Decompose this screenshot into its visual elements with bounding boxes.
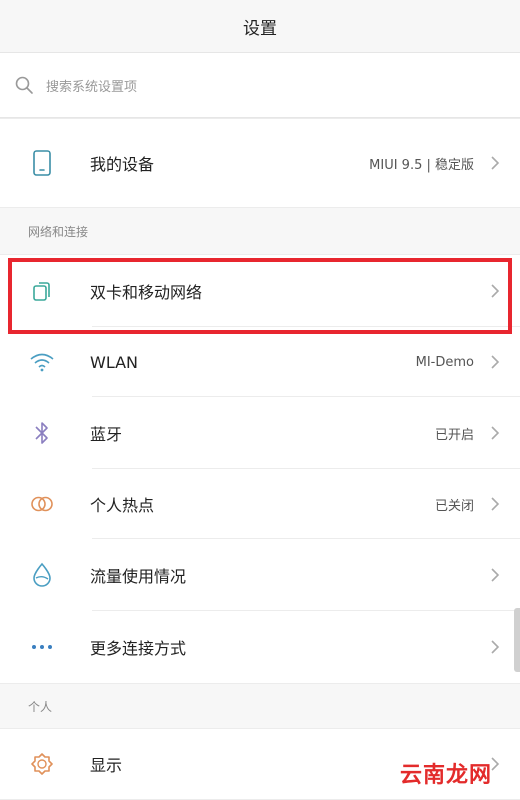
my-device-value: MIUI 9.5 | 稳定版: [369, 157, 474, 173]
network-group: 双卡和移动网络 WLAN MI-Demo 蓝牙 已开启 个人热点 已关闭 流量使…: [0, 254, 520, 684]
more-connections-row[interactable]: 更多连接方式: [0, 611, 520, 683]
data-usage-icon: [28, 561, 56, 589]
bluetooth-row[interactable]: 蓝牙 已开启: [0, 397, 520, 469]
page-header: 设置: [0, 0, 520, 52]
wlan-row[interactable]: WLAN MI-Demo: [0, 327, 520, 397]
data-usage-label: 流量使用情况: [90, 567, 187, 586]
watermark-logo: 云南龙网: [399, 763, 492, 788]
hotspot-value: 已关闭: [434, 498, 474, 514]
phone-icon: [28, 149, 56, 177]
bluetooth-label: 蓝牙: [90, 425, 123, 444]
section-title-network: 网络和连接: [0, 208, 520, 254]
search-bar[interactable]: 搜索系统设置项: [0, 52, 520, 118]
page-title: 设置: [243, 18, 277, 39]
hotspot-row[interactable]: 个人热点 已关闭: [0, 469, 520, 539]
chevron-right-icon: [491, 355, 500, 369]
chevron-right-icon: [491, 426, 500, 440]
my-device-label: 我的设备: [90, 155, 155, 174]
data-usage-row[interactable]: 流量使用情况: [0, 539, 520, 611]
display-icon: [28, 750, 56, 778]
more-icon: [28, 633, 56, 661]
hotspot-icon: [28, 490, 56, 518]
wlan-label: WLAN: [90, 352, 139, 372]
chevron-right-icon: [491, 156, 500, 170]
dual-sim-label: 双卡和移动网络: [90, 283, 203, 302]
more-connections-label: 更多连接方式: [90, 639, 187, 658]
chevron-right-icon: [491, 284, 500, 298]
wlan-value: MI-Demo: [415, 354, 474, 370]
chevron-right-icon: [491, 497, 500, 511]
bluetooth-icon: [28, 419, 56, 447]
scrollbar[interactable]: [514, 608, 520, 672]
section-title-personal: 个人: [0, 684, 520, 728]
bluetooth-value: 已开启: [434, 427, 474, 443]
chevron-right-icon: [491, 640, 500, 654]
chevron-right-icon: [491, 568, 500, 582]
dual-sim-icon: [28, 277, 56, 305]
my-device-row[interactable]: 我的设备 MIUI 9.5 | 稳定版: [0, 119, 520, 207]
wifi-icon: [28, 348, 56, 376]
hotspot-label: 个人热点: [90, 496, 155, 515]
search-placeholder: 搜索系统设置项: [46, 79, 138, 95]
device-group: 我的设备 MIUI 9.5 | 稳定版: [0, 118, 520, 208]
dual-sim-row[interactable]: 双卡和移动网络: [0, 255, 520, 327]
search-icon: [15, 76, 33, 94]
